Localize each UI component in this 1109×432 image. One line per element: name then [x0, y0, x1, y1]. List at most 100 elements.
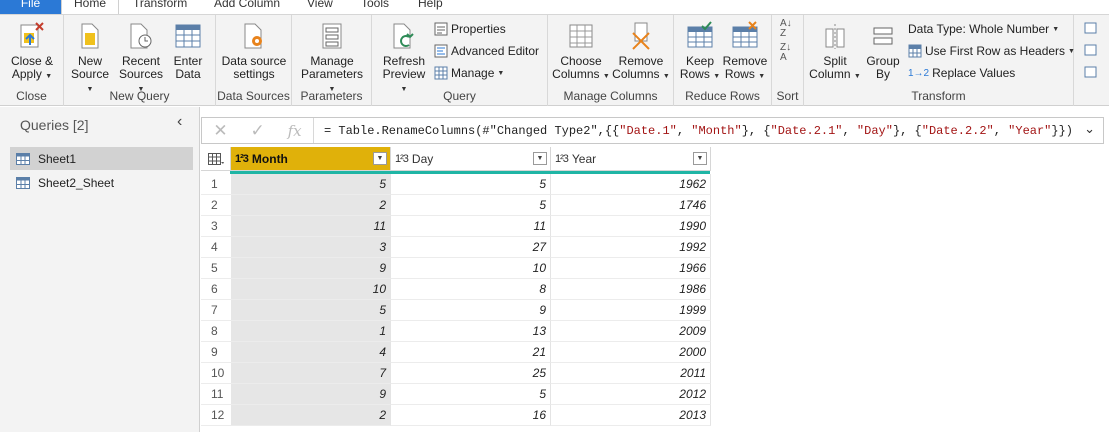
- row-number[interactable]: 11: [201, 384, 231, 405]
- cell-year[interactable]: 2011: [551, 363, 711, 384]
- cell-month[interactable]: 4: [231, 342, 391, 363]
- tab-help[interactable]: Help: [418, 0, 443, 14]
- cell-month[interactable]: 11: [231, 216, 391, 237]
- new-source-icon: [81, 23, 99, 49]
- cell-day[interactable]: 8: [391, 279, 551, 300]
- cell-day[interactable]: 27: [391, 237, 551, 258]
- properties-button[interactable]: Properties: [434, 22, 506, 36]
- data-type-dropdown[interactable]: Data Type: Whole Number ▼: [908, 22, 1059, 36]
- advanced-editor-button[interactable]: Advanced Editor: [434, 44, 539, 58]
- cell-year[interactable]: 2013: [551, 405, 711, 426]
- row-number[interactable]: 6: [201, 279, 231, 300]
- row-number[interactable]: 8: [201, 321, 231, 342]
- formula-input[interactable]: = Table.RenameColumns(#"Changed Type2",{…: [324, 124, 1073, 138]
- cell-day[interactable]: 5: [391, 195, 551, 216]
- collapse-chevron-icon[interactable]: ‹: [177, 113, 182, 131]
- cell-day[interactable]: 9: [391, 300, 551, 321]
- cancel-icon[interactable]: ✕: [213, 121, 227, 141]
- formula-string: "Date.2.2": [921, 124, 994, 138]
- new-source-button[interactable]: New Source ▼: [66, 17, 114, 96]
- data-source-settings-button[interactable]: Data source settings: [220, 17, 288, 81]
- remove-rows-button[interactable]: Remove Rows ▼: [722, 17, 768, 83]
- row-number[interactable]: 4: [201, 237, 231, 258]
- cell-year[interactable]: 1999: [551, 300, 711, 321]
- cell-month[interactable]: 10: [231, 279, 391, 300]
- enter-data-button[interactable]: Enter Data: [168, 17, 208, 81]
- refresh-preview-button[interactable]: Refresh Preview ▼: [378, 17, 430, 96]
- cell-month[interactable]: 3: [231, 237, 391, 258]
- group-by-button[interactable]: Group By: [864, 17, 902, 81]
- fx-icon[interactable]: fx: [288, 122, 302, 140]
- cell-day[interactable]: 16: [391, 405, 551, 426]
- table-menu-button[interactable]: [201, 147, 231, 171]
- remove-rows-label-2: Rows: [724, 67, 755, 81]
- row-number[interactable]: 7: [201, 300, 231, 321]
- filter-dropdown-icon[interactable]: ▼: [693, 152, 707, 165]
- whole-number-type-icon[interactable]: 1²3: [235, 153, 249, 165]
- cell-year[interactable]: 1746: [551, 195, 711, 216]
- query-item-sheet2-sheet[interactable]: Sheet2_Sheet: [10, 171, 193, 194]
- cell-day[interactable]: 21: [391, 342, 551, 363]
- cell-year[interactable]: 1986: [551, 279, 711, 300]
- column-header-month[interactable]: 1²3 Month ▼: [231, 147, 391, 171]
- expand-formula-chevron-icon[interactable]: ⌄: [1084, 121, 1095, 137]
- row-number[interactable]: 9: [201, 342, 231, 363]
- close-apply-button[interactable]: Close & Apply ▼: [4, 17, 60, 83]
- column-header-year[interactable]: 1²3 Year ▼: [551, 147, 711, 171]
- manage-parameters-button[interactable]: Manage Parameters ▼: [296, 17, 368, 96]
- filter-dropdown-icon[interactable]: ▼: [533, 152, 547, 165]
- split-column-button[interactable]: Split Column ▼: [808, 17, 862, 83]
- tab-add-column[interactable]: Add Column: [214, 0, 280, 14]
- cell-day[interactable]: 5: [391, 174, 551, 195]
- filter-dropdown-icon[interactable]: ▼: [373, 152, 387, 165]
- row-number[interactable]: 5: [201, 258, 231, 279]
- choose-columns-button[interactable]: Choose Columns ▼: [552, 17, 610, 83]
- cell-year[interactable]: 2012: [551, 384, 711, 405]
- cell-year[interactable]: 2009: [551, 321, 711, 342]
- keep-rows-label-2: Rows: [679, 67, 710, 81]
- query-item-sheet1[interactable]: Sheet1: [10, 147, 193, 170]
- cell-day[interactable]: 5: [391, 384, 551, 405]
- table-row: 6 10 8 1986: [201, 279, 711, 300]
- cell-month[interactable]: 7: [231, 363, 391, 384]
- cell-year[interactable]: 1966: [551, 258, 711, 279]
- tab-home[interactable]: Home: [61, 0, 119, 14]
- data-source-settings-label-2: settings: [233, 67, 275, 81]
- cell-month[interactable]: 5: [231, 174, 391, 195]
- row-number[interactable]: 3: [201, 216, 231, 237]
- keep-rows-button[interactable]: Keep Rows ▼: [678, 17, 722, 83]
- recent-sources-button[interactable]: Recent Sources ▼: [116, 17, 166, 96]
- cell-month[interactable]: 2: [231, 405, 391, 426]
- cell-month[interactable]: 9: [231, 384, 391, 405]
- cell-day[interactable]: 11: [391, 216, 551, 237]
- cell-day[interactable]: 10: [391, 258, 551, 279]
- sort-descending-button[interactable]: Z↓ A: [780, 43, 791, 63]
- column-header-day[interactable]: 1²3 Day ▼: [391, 147, 551, 171]
- cell-year[interactable]: 1990: [551, 216, 711, 237]
- row-number[interactable]: 12: [201, 405, 231, 426]
- cell-month[interactable]: 5: [231, 300, 391, 321]
- tab-tools[interactable]: Tools: [361, 0, 389, 14]
- row-number[interactable]: 2: [201, 195, 231, 216]
- cell-month[interactable]: 1: [231, 321, 391, 342]
- whole-number-type-icon[interactable]: 1²3: [555, 153, 569, 165]
- tab-view[interactable]: View: [307, 0, 333, 14]
- row-number[interactable]: 10: [201, 363, 231, 384]
- whole-number-type-icon[interactable]: 1²3: [395, 153, 409, 165]
- replace-values-button[interactable]: 1→2 Replace Values: [908, 66, 1015, 80]
- cell-year[interactable]: 1992: [551, 237, 711, 258]
- row-number[interactable]: 1: [201, 174, 231, 195]
- tab-file[interactable]: File: [0, 0, 61, 14]
- cell-day[interactable]: 25: [391, 363, 551, 384]
- cell-month[interactable]: 9: [231, 258, 391, 279]
- confirm-icon[interactable]: ✓: [250, 121, 264, 141]
- tab-transform[interactable]: Transform: [133, 0, 187, 14]
- cell-month[interactable]: 2: [231, 195, 391, 216]
- remove-columns-button[interactable]: Remove Columns ▼: [612, 17, 670, 83]
- use-first-row-headers-button[interactable]: Use First Row as Headers ▼: [908, 44, 1075, 58]
- cell-day[interactable]: 13: [391, 321, 551, 342]
- cell-year[interactable]: 2000: [551, 342, 711, 363]
- cell-year[interactable]: 1962: [551, 174, 711, 195]
- manage-button[interactable]: Manage ▼: [434, 66, 504, 80]
- sort-ascending-button[interactable]: A↓ Z: [780, 19, 792, 39]
